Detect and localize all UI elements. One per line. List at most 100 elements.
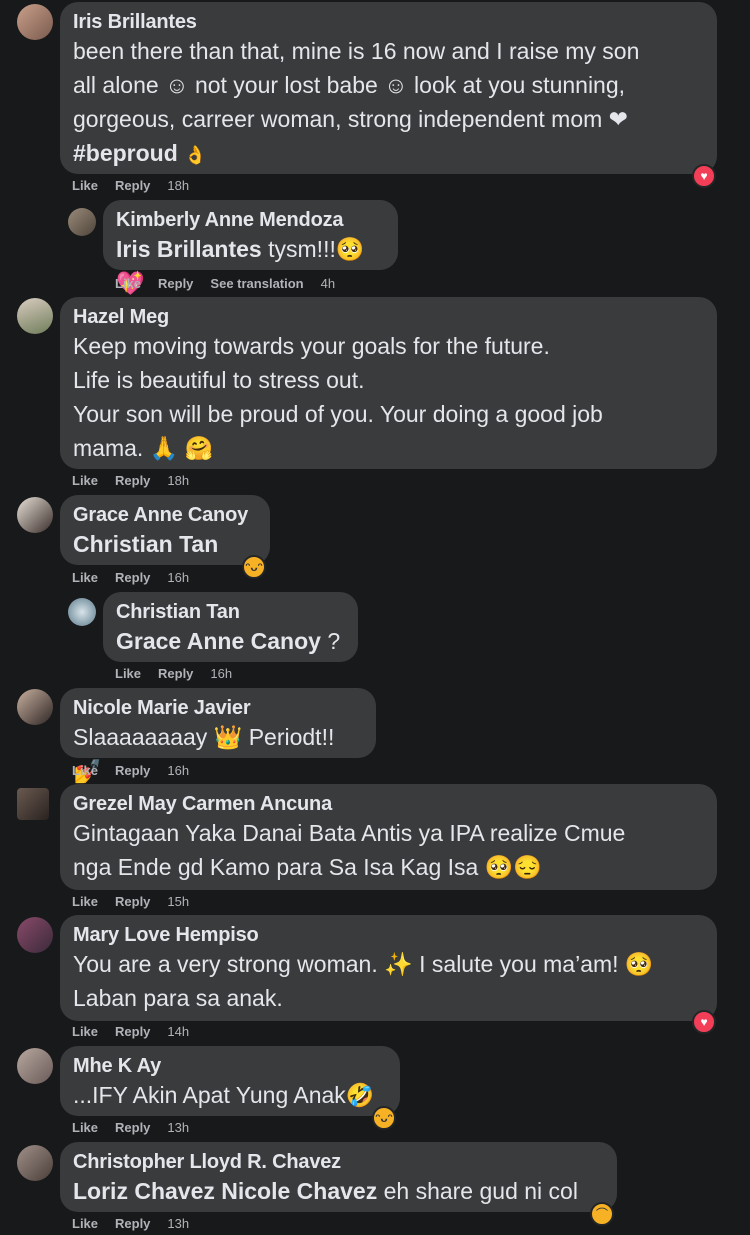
comment-author[interactable]: Christian Tan: [116, 600, 345, 624]
comment-actions: Like Reply 13h: [72, 1120, 206, 1135]
reply-button[interactable]: Reply: [115, 894, 150, 909]
comment-bubble: Grezel May Carmen Ancuna Gintagaan Yaka …: [60, 784, 717, 890]
comment-bubble: Mary Love Hempiso You are a very strong …: [60, 915, 717, 1021]
comment-bubble: Mhe K Ay ...IFY Akin Apat Yung Anak🤣: [60, 1046, 400, 1116]
reply-button[interactable]: Reply: [115, 1216, 150, 1231]
mention-link[interactable]: Christian Tan: [73, 531, 218, 557]
comment-author[interactable]: Grace Anne Canoy: [73, 503, 257, 527]
comment-author[interactable]: Nicole Marie Javier: [73, 696, 363, 720]
comment-bubble: Nicole Marie Javier Slaaaaaaaay 👑 Period…: [60, 688, 376, 784]
timestamp[interactable]: 15h: [167, 894, 189, 909]
comment-bubble: Christopher Lloyd R. Chavez Loriz Chavez…: [60, 1142, 617, 1212]
timestamp[interactable]: 4h: [321, 276, 335, 291]
comment-text: ...IFY Akin Apat Yung Anak🤣: [73, 1082, 375, 1108]
timestamp[interactable]: 16h: [167, 570, 189, 585]
comment-author[interactable]: Mary Love Hempiso: [73, 923, 704, 947]
like-button[interactable]: Like: [72, 894, 98, 909]
avatar[interactable]: [17, 1048, 53, 1084]
comment-author[interactable]: Kimberly Anne Mendoza: [116, 208, 385, 232]
reply-button[interactable]: Reply: [158, 276, 193, 291]
comment-text-line: Life is beautiful to stress out.: [73, 367, 365, 393]
comment-bubble: Christian Tan Grace Anne Canoy ?: [103, 592, 358, 662]
comment-text-body: eh share gud ni col: [383, 1178, 578, 1204]
comment-text-line: nga Ende gd Kamo para Sa Isa Kag Isa 🥺😔: [73, 854, 542, 880]
avatar[interactable]: [17, 689, 53, 725]
comment-actions: Like Reply 15h: [72, 894, 206, 909]
see-translation-button[interactable]: See translation: [210, 276, 303, 291]
comment-text-line: all alone ☺ not your lost babe ☺ look at…: [73, 72, 626, 98]
timestamp[interactable]: 14h: [167, 1024, 189, 1039]
mention-link[interactable]: Grace Anne Canoy: [116, 628, 321, 654]
reply-button[interactable]: Reply: [115, 1024, 150, 1039]
reply-button[interactable]: Reply: [115, 570, 150, 585]
comment-text-line: Laban para sa anak.: [73, 985, 283, 1011]
like-button[interactable]: Like: [72, 1216, 98, 1231]
comment-text: Loriz Chavez Nicole Chavez eh share gud …: [73, 1174, 604, 1208]
comment-text-line: gorgeous, carreer woman, strong independ…: [73, 106, 628, 132]
comment-text-line: You are a very strong woman. ✨ I salute …: [73, 951, 654, 977]
laughing-face-icon[interactable]: ᵔᴗᵔ: [372, 1106, 396, 1130]
comment-actions: Like Reply 14h: [72, 1024, 206, 1039]
like-button[interactable]: Like: [72, 178, 98, 193]
avatar[interactable]: [17, 1145, 53, 1181]
like-button[interactable]: Like: [72, 1120, 98, 1135]
reply-button[interactable]: Reply: [158, 666, 193, 681]
heart-icon[interactable]: ♥: [692, 1010, 716, 1034]
avatar[interactable]: [17, 4, 53, 40]
comment-author[interactable]: Mhe K Ay: [73, 1054, 387, 1078]
comment-text-line: #beproud 👌: [73, 136, 704, 172]
laughing-face-icon[interactable]: ᵔᴗᵔ: [242, 555, 266, 579]
timestamp[interactable]: 13h: [167, 1216, 189, 1231]
comment-text: Christian Tan: [73, 527, 257, 561]
sad-face-icon[interactable]: ⌒: [590, 1202, 614, 1226]
comment-text-line: Keep moving towards your goals for the f…: [73, 333, 550, 359]
comment-author[interactable]: Christopher Lloyd R. Chavez: [73, 1150, 604, 1174]
like-button[interactable]: Like: [72, 1024, 98, 1039]
timestamp[interactable]: 16h: [210, 666, 232, 681]
comment-text-body: ?: [327, 628, 341, 654]
reply-button[interactable]: Reply: [115, 763, 150, 778]
comment-actions: Like Reply 16h: [115, 666, 249, 681]
timestamp[interactable]: 18h: [167, 178, 189, 193]
comment-text-line: Your son will be proud of you. Your doin…: [73, 401, 603, 427]
avatar[interactable]: [68, 598, 96, 626]
comment-author[interactable]: Iris Brillantes: [73, 10, 704, 34]
comment-text-line: mama. 🙏 🤗: [73, 435, 214, 461]
like-button[interactable]: Like: [72, 570, 98, 585]
heart-icon[interactable]: ♥: [692, 164, 716, 188]
comment-bubble: Hazel Meg Keep moving towards your goals…: [60, 297, 717, 469]
comment-text-line: been there than that, mine is 16 now and…: [73, 38, 640, 64]
mention-link[interactable]: Iris Brillantes: [116, 236, 262, 262]
timestamp[interactable]: 18h: [167, 473, 189, 488]
comment-actions: Like Reply 18h: [72, 178, 206, 193]
reply-button[interactable]: Reply: [115, 473, 150, 488]
avatar[interactable]: [68, 208, 96, 236]
timestamp[interactable]: 16h: [167, 763, 189, 778]
avatar[interactable]: [17, 298, 53, 334]
comment-actions: Like Reply 16h: [72, 570, 206, 585]
reply-button[interactable]: Reply: [115, 1120, 150, 1135]
like-button[interactable]: Like: [115, 666, 141, 681]
hashtag[interactable]: #beproud: [73, 140, 178, 166]
comment-actions: Like Reply 18h: [72, 473, 206, 488]
comment-actions: Like Reply 13h: [72, 1216, 206, 1231]
comment-actions: Like Reply 16h: [72, 763, 206, 778]
comment-bubble: Kimberly Anne Mendoza Iris Brillantes ty…: [103, 200, 398, 296]
avatar[interactable]: [17, 497, 53, 533]
comment-actions: Like Reply See translation 4h: [115, 276, 352, 291]
comment-bubble: Iris Brillantes been there than that, mi…: [60, 2, 717, 174]
like-button[interactable]: Like: [115, 276, 141, 291]
comment-text-line: Gintagaan Yaka Danai Bata Antis ya IPA r…: [73, 820, 626, 846]
timestamp[interactable]: 13h: [167, 1120, 189, 1135]
avatar[interactable]: [17, 917, 53, 953]
comment-text: Grace Anne Canoy ?: [116, 624, 345, 658]
comment-author[interactable]: Grezel May Carmen Ancuna: [73, 792, 704, 816]
ok-hand-emoji: 👌: [184, 145, 207, 165]
reply-button[interactable]: Reply: [115, 178, 150, 193]
like-button[interactable]: Like: [72, 473, 98, 488]
mention-link[interactable]: Loriz Chavez Nicole Chavez: [73, 1178, 377, 1204]
comment-author[interactable]: Hazel Meg: [73, 305, 704, 329]
avatar[interactable]: [17, 788, 49, 820]
like-button[interactable]: Like: [72, 763, 98, 778]
comment-bubble: Grace Anne Canoy Christian Tan: [60, 495, 270, 565]
